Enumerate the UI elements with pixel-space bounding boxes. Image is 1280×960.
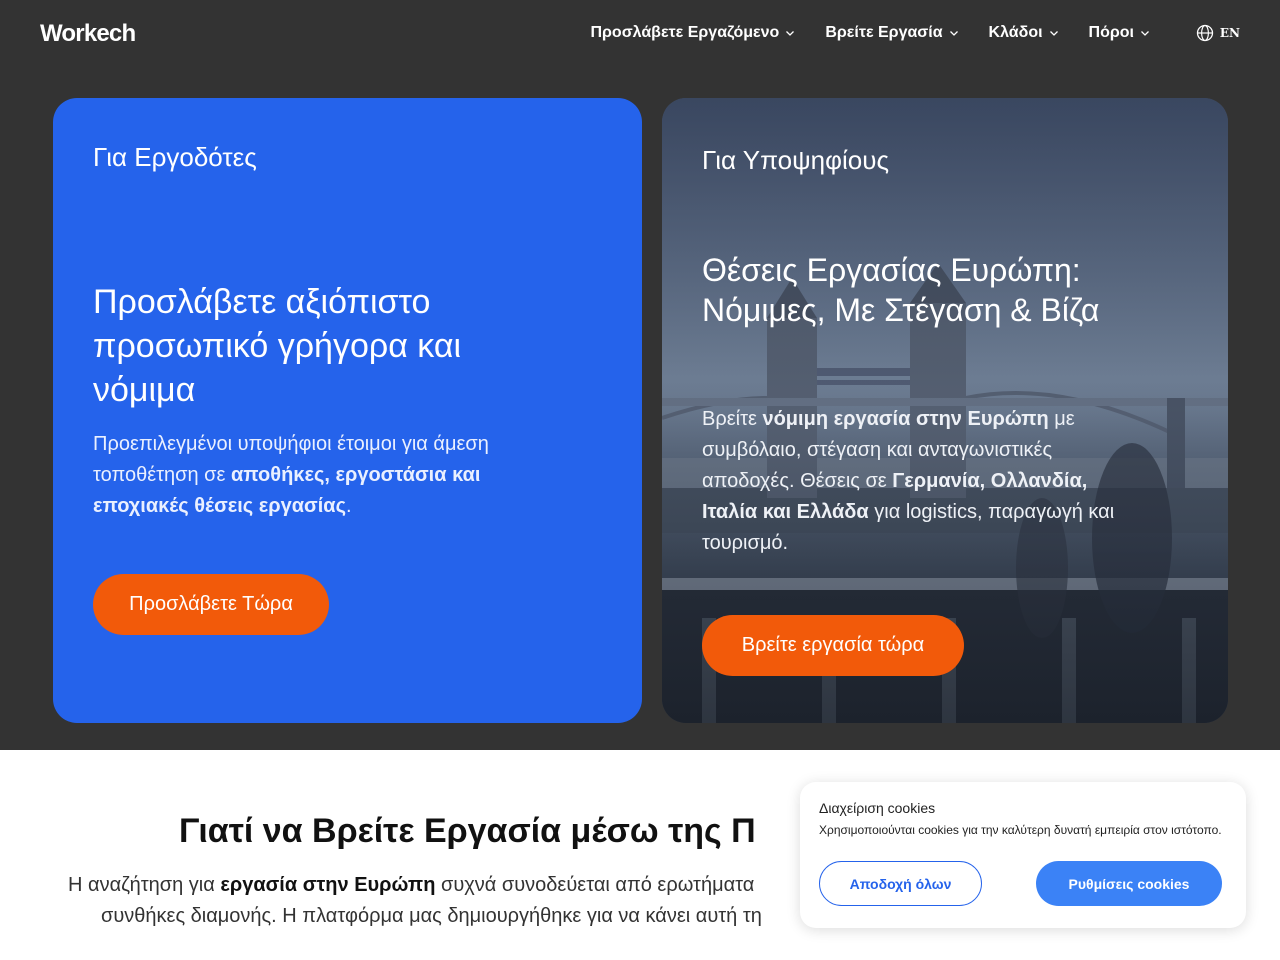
language-label: EN: [1219, 26, 1240, 40]
main-nav: Προσλάβετε Εργαζόμενο Βρείτε Εργασία Κλά…: [590, 24, 1150, 42]
site-logo[interactable]: Workech: [40, 20, 136, 48]
candidates-description: Βρείτε νόμιμη εργασία στην Ευρώπη με συμ…: [702, 408, 1115, 554]
nav-item-label: Πόροι: [1088, 24, 1134, 41]
nav-find-job[interactable]: Βρείτε Εργασία: [825, 24, 958, 42]
employers-label: Για Εργοδότες: [93, 142, 257, 172]
nav-resources[interactable]: Πόροι: [1089, 24, 1150, 42]
nav-industries[interactable]: Κλάδοι: [989, 24, 1059, 42]
nav-hire-worker[interactable]: Προσλάβετε Εργαζόμενο: [590, 24, 795, 42]
language-switcher[interactable]: EN: [1196, 24, 1240, 42]
why-section-title: Γιατί να Βρείτε Εργασία μέσω της Π: [179, 812, 756, 850]
employers-description: Προεπιλεγμένοι υποψήφιοι έτοιμοι για άμε…: [93, 433, 489, 517]
why-text-line-1: Η αναζήτηση για εργασία στην Ευρώπη συχν…: [68, 874, 755, 896]
hero-section: Workech Προσλάβετε Εργαζόμενο Βρείτε Εργ…: [0, 0, 1280, 750]
chevron-down-icon: [1049, 31, 1058, 36]
chevron-down-icon: [786, 31, 795, 36]
chevron-down-icon: [949, 31, 958, 36]
candidates-title: Θέσεις Εργασίας Ευρώπη: Νόμιμες, Με Στέγ…: [702, 252, 1100, 328]
employers-card: Για Εργοδότες Προσλάβετε αξιόπιστο προσω…: [53, 98, 642, 723]
why-text-line-2: συνθήκες διαμονής. Η πλατφόρμα μας δημιο…: [101, 905, 762, 927]
nav-item-label: Κλάδοι: [988, 24, 1043, 41]
candidates-card: Για Υποψηφίους Θέσεις Εργασίας Ευρώπη: Ν…: [662, 98, 1228, 723]
globe-icon: [1196, 24, 1214, 42]
nav-item-label: Προσλάβετε Εργαζόμενο: [590, 24, 780, 41]
nav-item-label: Βρείτε Εργασία: [825, 24, 943, 41]
cookie-title: Διαχείριση cookies: [819, 800, 936, 816]
accept-all-cookies-button[interactable]: Αποδοχή όλων: [819, 861, 982, 906]
cookie-settings-button[interactable]: Ρυθμίσεις cookies: [1036, 861, 1222, 906]
hire-now-button[interactable]: Προσλάβετε Τώρα: [93, 574, 329, 635]
cookie-banner: Διαχείριση cookies Χρησιμοποιούνται cook…: [800, 782, 1246, 928]
site-header: Workech Προσλάβετε Εργαζόμενο Βρείτε Εργ…: [0, 0, 1280, 70]
candidates-label: Για Υποψηφίους: [702, 145, 889, 175]
cookie-text: Χρησιμοποιούνται cookies για την καλύτερ…: [819, 823, 1222, 837]
chevron-down-icon: [1141, 31, 1149, 36]
employers-title: Προσλάβετε αξιόπιστο προσωπικό γρήγορα κ…: [93, 283, 462, 409]
find-job-now-button[interactable]: Βρείτε εργασία τώρα: [702, 615, 964, 676]
